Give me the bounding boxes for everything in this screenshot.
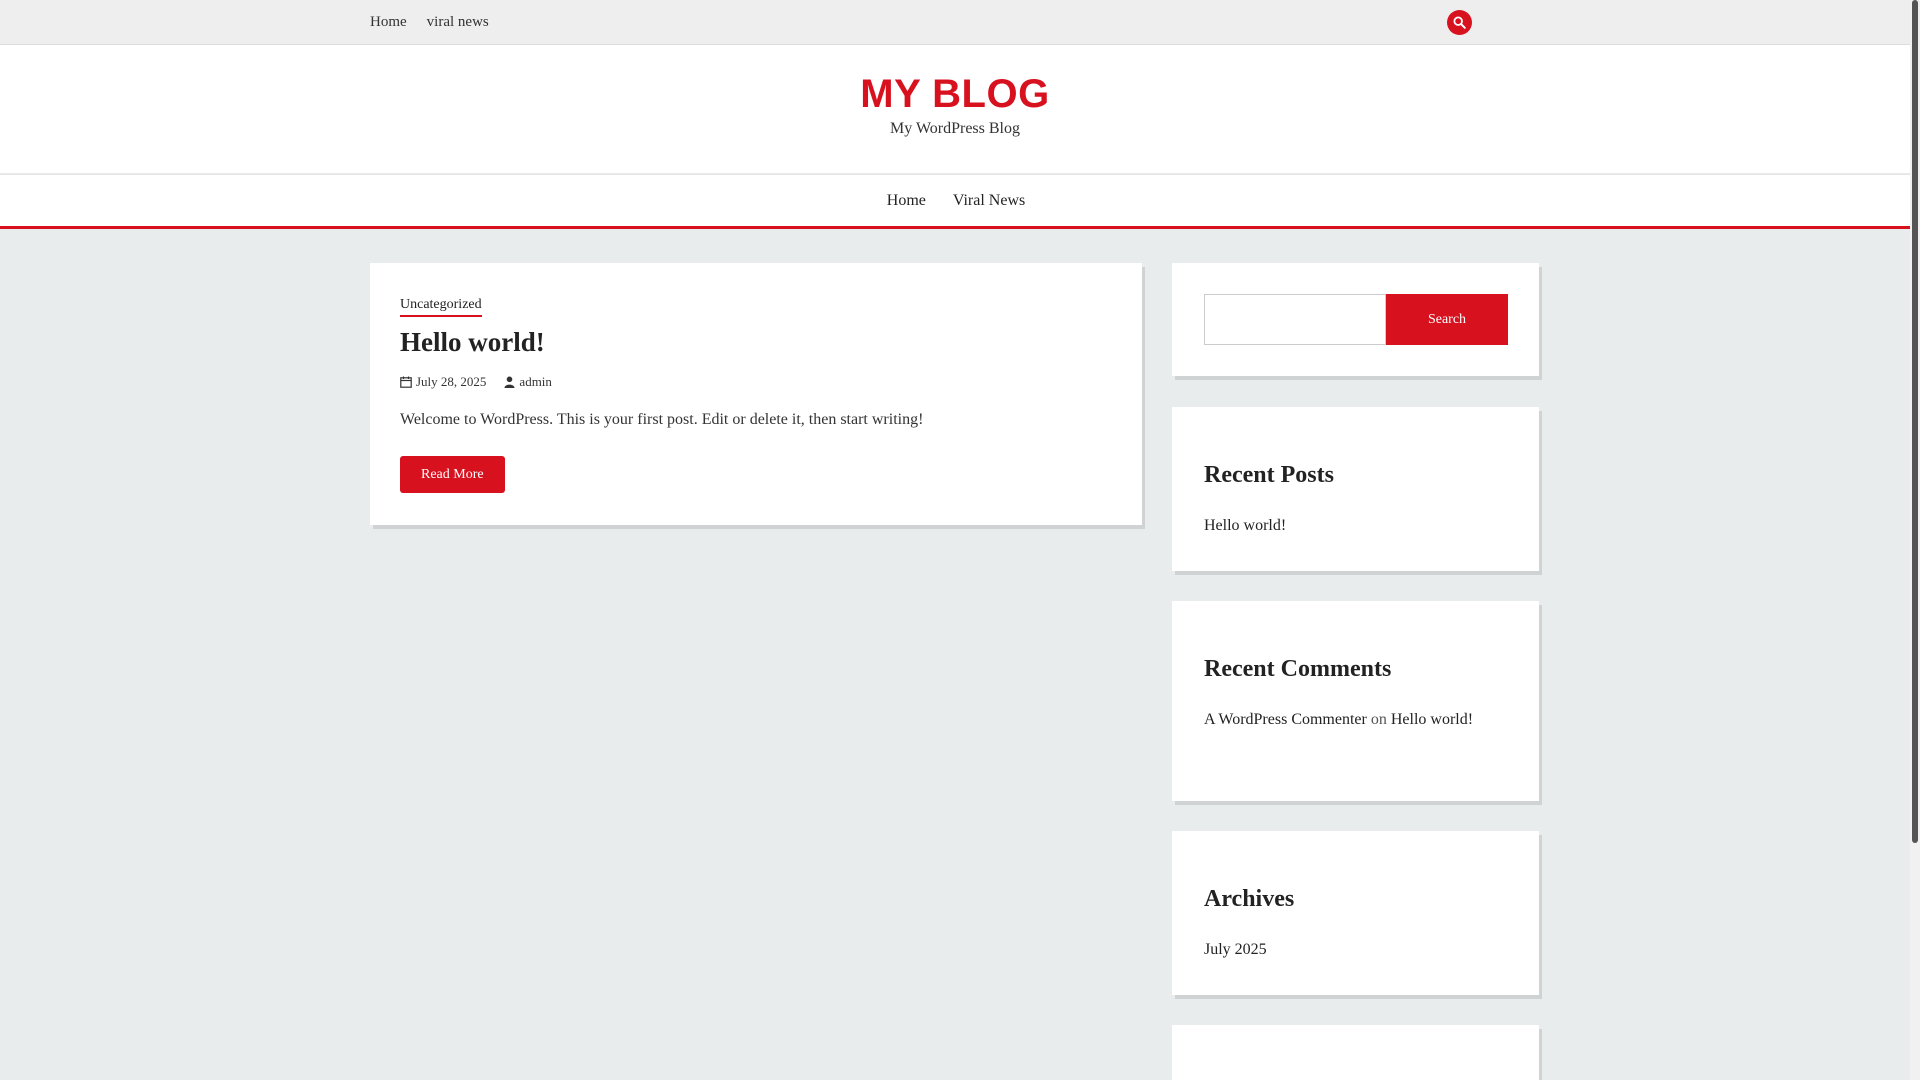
main-nav-home[interactable]: Home [885, 192, 926, 210]
top-nav: Home viral news [370, 0, 489, 45]
search-widget: Search [1172, 263, 1539, 376]
comment-connector: on [1370, 711, 1387, 728]
comment-author-link[interactable]: A WordPress Commenter [1204, 711, 1367, 728]
read-more-button[interactable]: Read More [400, 456, 505, 493]
archive-link[interactable]: July 2025 [1204, 941, 1267, 959]
archives-title: Archives [1204, 886, 1295, 912]
top-bar: Home viral news [0, 0, 1910, 45]
recent-comments-title: Recent Comments [1204, 656, 1392, 682]
user-icon [504, 376, 515, 388]
site-tagline: My WordPress Blog [890, 120, 1020, 137]
sidebar-widget-partial [1172, 1025, 1539, 1080]
post-excerpt: Welcome to WordPress. This is your first… [400, 411, 924, 428]
recent-posts-widget: Recent Posts Hello world! [1172, 407, 1539, 571]
archives-widget: Archives July 2025 [1172, 831, 1539, 995]
post-date-link[interactable]: July 28, 2025 [416, 374, 486, 390]
post-author-link[interactable]: admin [519, 374, 552, 390]
recent-posts-title: Recent Posts [1204, 462, 1334, 488]
post-title[interactable]: Hello world! [400, 327, 1112, 358]
main-nav-viral-news[interactable]: Viral News [951, 192, 1025, 210]
main-nav: Home Viral News [0, 174, 1910, 229]
recent-post-link[interactable]: Hello world! [1204, 517, 1286, 535]
post-meta: July 28, 2025 admin [400, 374, 1112, 390]
comment-post-link[interactable]: Hello world! [1391, 711, 1473, 728]
page-scrollbar[interactable] [1910, 0, 1920, 1080]
site-title[interactable]: MY BLOG [0, 72, 1910, 117]
sidebar-search-input[interactable] [1204, 294, 1386, 345]
post-category-link[interactable]: Uncategorized [400, 297, 482, 317]
search-icon [1453, 16, 1466, 29]
post-card: Uncategorized Hello world! July 28, 2025… [370, 263, 1142, 525]
scrollbar-thumb[interactable] [1912, 0, 1918, 843]
recent-comment-entry: A WordPress Commenter on Hello world! [1204, 711, 1473, 729]
top-nav-home-link[interactable]: Home [370, 14, 407, 31]
site-header: MY BLOG My WordPress Blog [0, 45, 1910, 173]
recent-comments-widget: Recent Comments A WordPress Commenter on… [1172, 601, 1539, 801]
sidebar-search-button[interactable]: Search [1386, 294, 1508, 345]
header-search-button[interactable] [1447, 10, 1472, 35]
top-nav-viral-news-link[interactable]: viral news [427, 14, 489, 31]
calendar-icon [400, 376, 412, 388]
